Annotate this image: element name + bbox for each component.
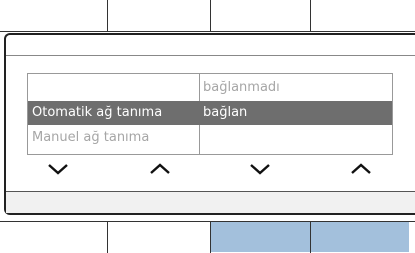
chevron-down-icon[interactable] <box>47 162 69 176</box>
divider <box>0 31 415 32</box>
divider <box>310 221 311 253</box>
softkey-2[interactable] <box>108 222 210 253</box>
divider <box>107 221 108 253</box>
option-label: Manuel ağ tanıma <box>32 130 150 145</box>
chevron-down-icon[interactable] <box>249 162 271 176</box>
divider <box>107 0 108 32</box>
divider <box>210 221 211 253</box>
softkey-4-active[interactable] <box>311 222 409 252</box>
network-option-list: bağlanmadı Otomatik ağ tanıma bağlan Man… <box>27 73 393 155</box>
connection-status: bağlanmadı <box>203 80 280 95</box>
dialog-header-divider <box>6 55 415 56</box>
list-item-selected[interactable]: Otomatik ağ tanıma bağlan <box>28 101 392 125</box>
softkey-1[interactable] <box>0 222 107 253</box>
chevron-up-icon[interactable] <box>149 162 171 176</box>
dialog-footer <box>6 192 415 213</box>
bottom-softkey-bar <box>0 221 415 253</box>
list-item[interactable]: Manuel ağ tanıma <box>28 126 392 150</box>
option-label: Otomatik ağ tanıma <box>32 105 163 120</box>
connect-action: bağlan <box>203 105 248 120</box>
divider <box>310 0 311 32</box>
chevron-up-icon[interactable] <box>350 162 372 176</box>
softkey-3-active[interactable] <box>211 222 310 252</box>
network-dialog: bağlanmadı Otomatik ağ tanıma bağlan Man… <box>4 33 415 215</box>
top-softkey-bar <box>0 0 415 32</box>
divider <box>210 0 211 32</box>
list-item[interactable]: bağlanmadı <box>28 76 392 100</box>
